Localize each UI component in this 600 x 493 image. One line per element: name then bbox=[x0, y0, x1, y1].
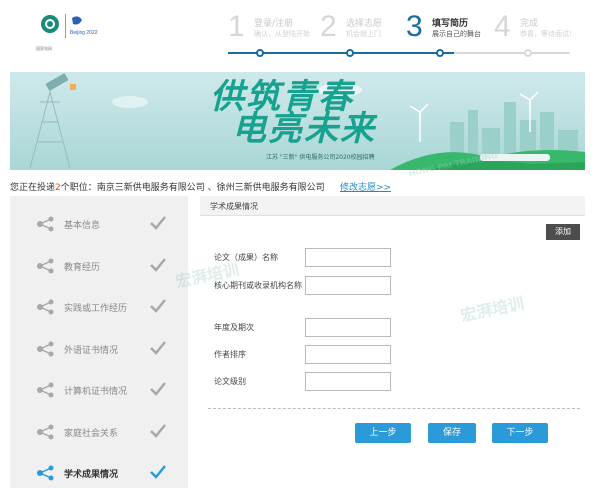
paper-level-label: 论文级别 bbox=[214, 377, 246, 386]
site-header: Beijing 2022 国家电网 1 登录/注册 确认，从登陆开始 2 选择志… bbox=[0, 0, 600, 66]
check-icon bbox=[150, 299, 166, 313]
form-divider bbox=[208, 408, 580, 409]
step-1: 1 登录/注册 确认，从登陆开始 bbox=[228, 10, 316, 46]
watermark: 宏湃培训 bbox=[459, 293, 526, 326]
journal-label: 核心期刊或收录机构名称 bbox=[214, 281, 302, 290]
svg-text:Beijing 2022: Beijing 2022 bbox=[70, 30, 98, 36]
step-title: 填写简历 bbox=[432, 19, 469, 29]
sidebar-item[interactable]: 基本信息 bbox=[10, 204, 188, 244]
step-number: 2 bbox=[320, 10, 337, 43]
step-subtitle: 机会就上门 bbox=[346, 30, 381, 38]
check-icon bbox=[150, 216, 166, 230]
sidebar-item-label: 家庭社会关系 bbox=[64, 428, 119, 439]
step-subtitle: 确认，从登陆开始 bbox=[254, 30, 310, 38]
step-number: 4 bbox=[494, 10, 511, 43]
share-icon bbox=[37, 382, 54, 398]
check-icon bbox=[150, 382, 166, 396]
progress-steps: 1 登录/注册 确认，从登陆开始 2 选择志愿 机会就上门 3 填写简历 展示自… bbox=[228, 10, 578, 57]
sidebar-item-label: 教育经历 bbox=[64, 262, 101, 273]
sidebar-item[interactable]: 教育经历 bbox=[10, 246, 188, 286]
journal-input[interactable] bbox=[305, 276, 391, 295]
sidebar-item[interactable]: 外语证书情况 bbox=[10, 329, 188, 369]
step-title: 完成 bbox=[520, 19, 539, 29]
sidebar-item[interactable]: 学术成果情况 bbox=[10, 453, 188, 493]
paper-name-input[interactable] bbox=[305, 248, 391, 267]
step-2: 2 选择志愿 机会就上门 bbox=[320, 10, 408, 46]
step-number: 1 bbox=[228, 10, 245, 43]
author-order-label: 作者排序 bbox=[214, 350, 246, 359]
prev-step-button[interactable]: 上一步 bbox=[355, 423, 411, 443]
share-icon bbox=[37, 465, 54, 481]
next-step-button[interactable]: 下一步 bbox=[492, 423, 548, 443]
step-number: 3 bbox=[406, 10, 423, 43]
applying-prefix: 您正在投递 bbox=[10, 183, 56, 193]
recruitment-banner: 供筑青春 电亮未来 江苏 "三新" 供电服务公司2020校园招聘 bbox=[10, 72, 585, 170]
step-4: 4 完成 恭喜，等待面试！ bbox=[494, 10, 582, 46]
applying-suffix: 个职位： bbox=[60, 183, 97, 193]
step-subtitle: 恭喜，等待面试！ bbox=[520, 30, 576, 38]
applied-positions: 南京三新供电服务有限公司 、徐州三新供电服务有限公司 bbox=[96, 183, 325, 193]
share-icon bbox=[37, 258, 54, 273]
add-button[interactable]: 添加 bbox=[546, 224, 580, 240]
step-title: 登录/注册 bbox=[254, 19, 294, 29]
sidebar-item-label: 计算机证书情况 bbox=[64, 387, 128, 397]
year-issue-label: 年度及期次 bbox=[214, 323, 254, 332]
step-dot bbox=[524, 49, 532, 57]
applying-info: 您正在投递2个职位：南京三新供电服务有限公司 、徐州三新供电服务有限公司 bbox=[10, 180, 325, 193]
sidebar-item-label: 基本信息 bbox=[64, 221, 101, 231]
paper-level-input[interactable] bbox=[305, 372, 391, 391]
banner-title-line2: 电亮未来 bbox=[232, 111, 376, 148]
check-icon bbox=[150, 465, 166, 479]
author-order-input[interactable] bbox=[305, 345, 391, 364]
sgcc-logo-icon: Beijing 2022 bbox=[41, 14, 98, 38]
step-title: 选择志愿 bbox=[346, 19, 383, 29]
sidebar-item[interactable]: 家庭社会关系 bbox=[10, 412, 188, 452]
banner-subtitle: 江苏 "三新" 供电服务公司2020校园招聘 bbox=[266, 154, 375, 161]
step-dot bbox=[256, 49, 264, 57]
section-header: 学术成果情况 bbox=[200, 196, 585, 216]
check-icon bbox=[150, 423, 166, 438]
share-icon bbox=[37, 424, 54, 439]
step-subtitle: 展示自己的舞台 bbox=[432, 30, 481, 38]
modify-choice-link[interactable]: 修改志愿>> bbox=[340, 180, 391, 193]
share-icon bbox=[37, 341, 54, 356]
logo-caption: 国家电网 bbox=[36, 46, 52, 51]
step-dot bbox=[436, 49, 444, 57]
section-title: 学术成果情况 bbox=[210, 202, 258, 211]
sidebar-item[interactable]: 计算机证书情况 bbox=[10, 370, 188, 410]
sidebar-item-label: 外语证书情况 bbox=[64, 345, 119, 356]
check-icon bbox=[150, 257, 166, 272]
year-issue-input[interactable] bbox=[305, 318, 391, 337]
save-button[interactable]: 保存 bbox=[428, 423, 476, 443]
step-dot bbox=[346, 49, 354, 57]
paper-name-label: 论文（成果）名称 bbox=[214, 253, 278, 262]
share-icon bbox=[37, 299, 54, 315]
sidebar-item[interactable]: 实践或工作经历 bbox=[10, 287, 188, 327]
sidebar-item-label: 实践或工作经历 bbox=[64, 304, 128, 314]
resume-sidebar: 基本信息教育经历实践或工作经历 外语证书情况 计算机证书情况 家庭社会关系 学术成果情况 bbox=[10, 196, 188, 488]
progress-track bbox=[228, 49, 570, 57]
sidebar-item-label: 学术成果情况 bbox=[64, 470, 119, 480]
step-3: 3 填写简历 展示自己的舞台 bbox=[406, 10, 494, 46]
share-icon bbox=[37, 216, 54, 232]
check-icon bbox=[150, 340, 166, 355]
